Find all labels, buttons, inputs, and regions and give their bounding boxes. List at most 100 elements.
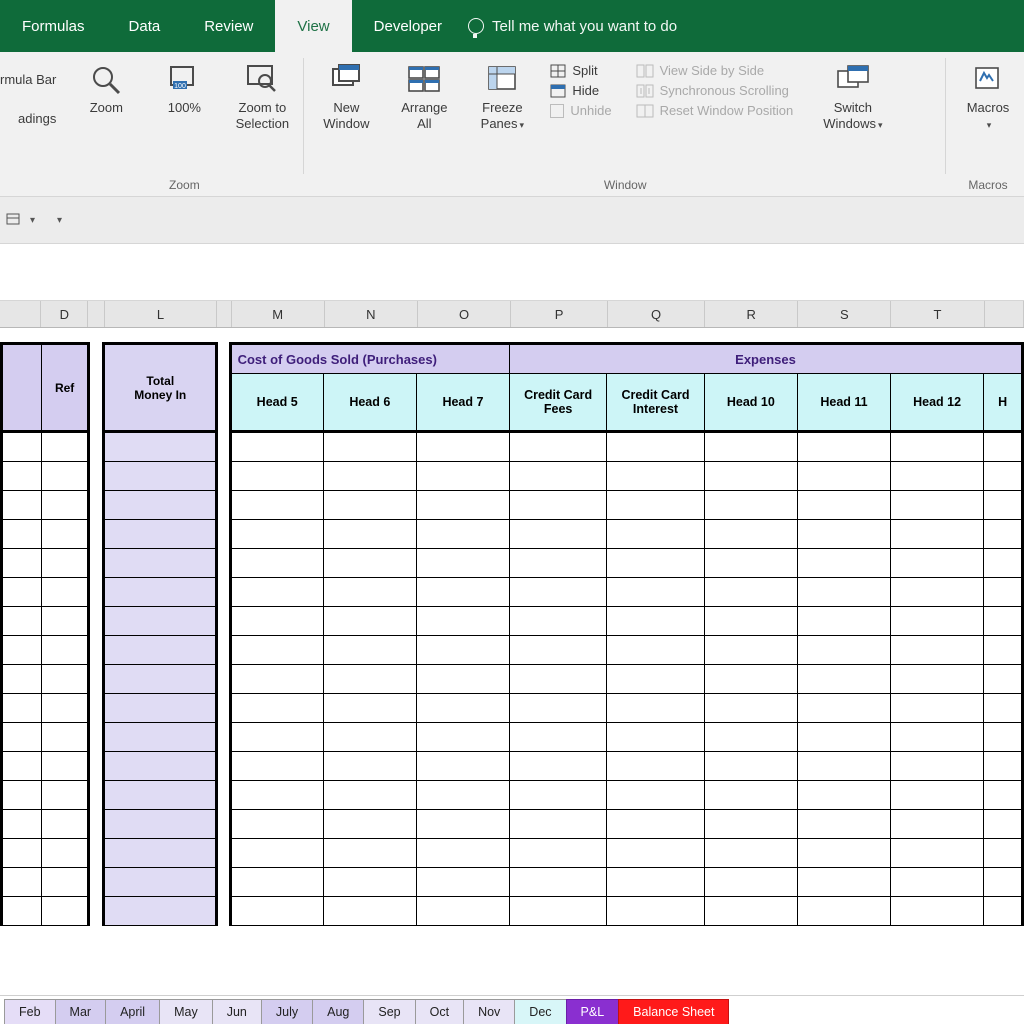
col-R[interactable]: R [705, 301, 798, 327]
cell[interactable] [797, 781, 890, 810]
cell[interactable] [323, 868, 416, 897]
cell[interactable] [89, 491, 104, 520]
cell[interactable] [89, 549, 104, 578]
cell[interactable] [797, 578, 890, 607]
new-window-button[interactable]: NewWindow [312, 58, 380, 135]
cell[interactable] [891, 810, 984, 839]
switch-windows-button[interactable]: SwitchWindows▾ [817, 58, 888, 135]
col-L[interactable]: L [105, 301, 217, 327]
cell[interactable] [230, 578, 323, 607]
cell[interactable] [797, 810, 890, 839]
cell[interactable] [230, 839, 323, 868]
cell[interactable] [704, 810, 797, 839]
cell[interactable] [42, 432, 89, 462]
cell[interactable] [510, 607, 607, 636]
cell[interactable] [416, 520, 509, 549]
cell[interactable] [230, 520, 323, 549]
cell[interactable] [797, 694, 890, 723]
cell[interactable] [607, 897, 705, 926]
cell[interactable] [797, 897, 890, 926]
cell[interactable] [217, 752, 231, 781]
cell[interactable] [607, 607, 705, 636]
cell[interactable] [89, 868, 104, 897]
cell[interactable] [416, 868, 509, 897]
cell[interactable] [2, 520, 42, 549]
sheet-tab-feb[interactable]: Feb [4, 999, 56, 1024]
cell[interactable] [797, 549, 890, 578]
menu-review[interactable]: Review [182, 0, 275, 52]
cell[interactable] [797, 462, 890, 491]
cell[interactable] [510, 723, 607, 752]
cell[interactable] [323, 694, 416, 723]
cell[interactable] [217, 781, 231, 810]
cell[interactable] [984, 462, 1023, 491]
cell[interactable] [607, 578, 705, 607]
cell[interactable] [217, 549, 231, 578]
cell[interactable] [416, 810, 509, 839]
chevron-down-icon[interactable]: ▾ [57, 215, 62, 226]
spreadsheet-grid[interactable]: Ref TotalMoney In Cost of Goods Sold (Pu… [0, 342, 1024, 926]
cell[interactable] [891, 520, 984, 549]
cell[interactable] [416, 723, 509, 752]
cell[interactable] [104, 578, 217, 607]
cell[interactable] [42, 723, 89, 752]
cell[interactable] [42, 549, 89, 578]
cell[interactable] [89, 694, 104, 723]
cell[interactable] [230, 752, 323, 781]
cell[interactable] [891, 432, 984, 462]
cell[interactable] [89, 665, 104, 694]
cell[interactable] [510, 868, 607, 897]
cell[interactable] [984, 694, 1023, 723]
cell[interactable] [2, 723, 42, 752]
cell[interactable] [984, 810, 1023, 839]
cell[interactable] [984, 752, 1023, 781]
cell[interactable] [42, 781, 89, 810]
sheet-tab-aug[interactable]: Aug [312, 999, 364, 1024]
cell[interactable] [217, 432, 231, 462]
cell[interactable] [416, 665, 509, 694]
cell[interactable] [607, 781, 705, 810]
cell[interactable] [891, 781, 984, 810]
cell[interactable] [42, 462, 89, 491]
cell[interactable] [416, 491, 509, 520]
cell[interactable] [984, 723, 1023, 752]
cell[interactable] [891, 462, 984, 491]
cell[interactable] [984, 491, 1023, 520]
cell[interactable] [510, 839, 607, 868]
cell[interactable] [984, 520, 1023, 549]
sheet-tab-p&l[interactable]: P&L [566, 999, 620, 1024]
cell[interactable] [104, 549, 217, 578]
cell[interactable] [704, 752, 797, 781]
cell[interactable] [891, 578, 984, 607]
sheet-tab-april[interactable]: April [105, 999, 160, 1024]
cell[interactable] [104, 752, 217, 781]
cell[interactable] [323, 520, 416, 549]
cell[interactable] [797, 491, 890, 520]
cell[interactable] [104, 694, 217, 723]
chevron-down-icon[interactable]: ▾ [30, 215, 35, 226]
cell[interactable] [704, 665, 797, 694]
cell[interactable] [217, 694, 231, 723]
cell[interactable] [891, 491, 984, 520]
sheet-tab-nov[interactable]: Nov [463, 999, 515, 1024]
cell[interactable] [510, 781, 607, 810]
cell[interactable] [42, 752, 89, 781]
cell[interactable] [984, 897, 1023, 926]
col-O[interactable]: O [418, 301, 511, 327]
sheet-tab-july[interactable]: July [261, 999, 313, 1024]
cell[interactable] [797, 636, 890, 665]
sheet-tab-mar[interactable]: Mar [55, 999, 107, 1024]
cell[interactable] [797, 432, 890, 462]
cell[interactable] [2, 607, 42, 636]
cell[interactable] [323, 578, 416, 607]
cell[interactable] [42, 520, 89, 549]
cell[interactable] [323, 549, 416, 578]
menu-formulas[interactable]: Formulas [0, 0, 107, 52]
cell[interactable] [607, 462, 705, 491]
cell[interactable] [607, 839, 705, 868]
cell[interactable] [607, 694, 705, 723]
cell[interactable] [607, 491, 705, 520]
cell[interactable] [797, 723, 890, 752]
cell[interactable] [217, 665, 231, 694]
cell[interactable] [2, 636, 42, 665]
